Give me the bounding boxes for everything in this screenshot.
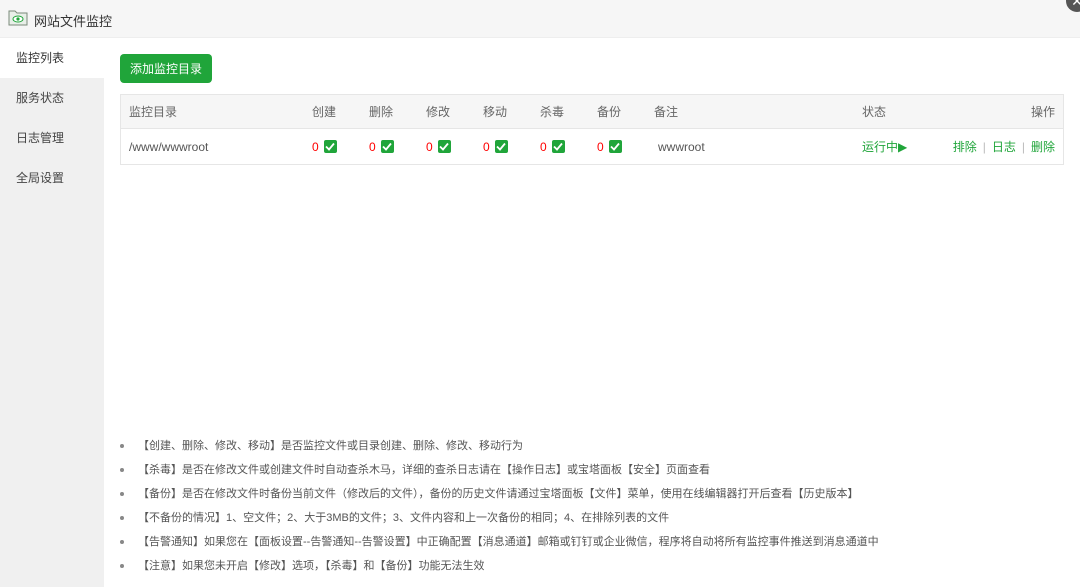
add-monitor-dir-button[interactable]: 添加监控目录 [120,54,213,83]
create-cell: 0 [312,129,337,164]
title-bar: 网站文件监控 [0,0,1080,38]
delete-count: 0 [369,139,376,154]
modify-cell: 0 [426,129,451,164]
dir-path: /www/wwwroot [129,139,209,154]
header-ops: 操作 [1030,105,1055,119]
kill-checkbox[interactable] [551,140,565,153]
header-status: 状态 [862,105,887,119]
checkmark-icon [553,142,563,151]
list-item: 【备份】是否在修改文件时备份当前文件（修改后的文件），备份的历史文件请通过宝塔面… [118,482,1068,506]
sidebar-item-monitor-list[interactable]: 监控列表 [0,38,104,78]
window-title: 网站文件监控 [34,14,113,29]
checkmark-icon [382,142,392,151]
checkmark-icon [496,142,506,151]
sidebar-item-log-management[interactable]: 日志管理 [0,118,104,158]
backup-checkbox[interactable] [608,140,622,153]
header-backup: 备份 [597,105,622,119]
create-checkbox[interactable] [323,140,337,153]
list-item: 【杀毒】是否在修改文件或创建文件时自动查杀木马，详细的查杀日志请在【操作日志】或… [118,458,1068,482]
ops-cell: 排除 | 日志 | 删除 [953,129,1055,164]
monitor-table: 监控目录 创建 删除 修改 移动 杀毒 备份 备注 状态 操作 /www/www… [120,94,1064,165]
delete-cell: 0 [369,129,394,164]
list-item: 【创建、删除、修改、移动】是否监控文件或目录创建、删除、修改、移动行为 [118,434,1068,458]
modify-count: 0 [426,139,433,154]
list-item: 【告警通知】如果您在【面板设置--告警通知--告警设置】中正确配置【消息通道】邮… [118,530,1068,554]
move-checkbox[interactable] [494,140,508,153]
header-create: 创建 [312,105,337,119]
modify-checkbox[interactable] [437,140,451,153]
header-delete: 删除 [369,105,394,119]
main-panel: 添加监控目录 监控目录 创建 删除 修改 移动 杀毒 备份 备注 状态 操作 /… [104,38,1080,587]
delete-link[interactable]: 删除 [1031,138,1055,155]
checkmark-icon [325,142,335,151]
list-item: 【注意】如果您未开启【修改】选项，【杀毒】和【备份】功能无法生效 [118,554,1068,578]
move-count: 0 [483,139,490,154]
header-modify: 修改 [426,105,451,119]
delete-checkbox[interactable] [380,140,394,153]
backup-count: 0 [597,139,604,154]
header-move: 移动 [483,105,508,119]
status-toggle[interactable]: 运行中▶ [862,129,907,164]
table-header: 监控目录 创建 删除 修改 移动 杀毒 备份 备注 状态 操作 [121,95,1063,129]
separator: | [1021,139,1025,154]
separator: | [982,139,986,154]
backup-cell: 0 [597,129,622,164]
log-link[interactable]: 日志 [992,138,1016,155]
header-dir: 监控目录 [129,105,178,119]
kill-count: 0 [540,139,547,154]
checkmark-icon [610,142,620,151]
sidebar-item-service-status[interactable]: 服务状态 [0,78,104,118]
list-item: 【不备份的情况】1、空文件；2、大于3MB的文件；3、文件内容和上一次备份的相同… [118,506,1068,530]
sidebar: 监控列表 服务状态 日志管理 全局设置 [0,38,104,587]
header-note: 备注 [654,105,679,119]
notes-list: 【创建、删除、修改、移动】是否监控文件或目录创建、删除、修改、移动行为 【杀毒】… [118,434,1068,578]
folder-eye-icon [8,10,28,26]
move-cell: 0 [483,129,508,164]
table-row: /www/wwwroot 0 0 0 0 0 0 wwwroot 运行中▶ 排除… [121,129,1063,164]
header-kill: 杀毒 [540,105,565,119]
kill-cell: 0 [540,129,565,164]
sidebar-item-global-settings[interactable]: 全局设置 [0,158,104,198]
exclude-link[interactable]: 排除 [953,138,977,155]
create-count: 0 [312,139,319,154]
note-text: wwwroot [658,139,705,154]
checkmark-icon [439,142,449,151]
